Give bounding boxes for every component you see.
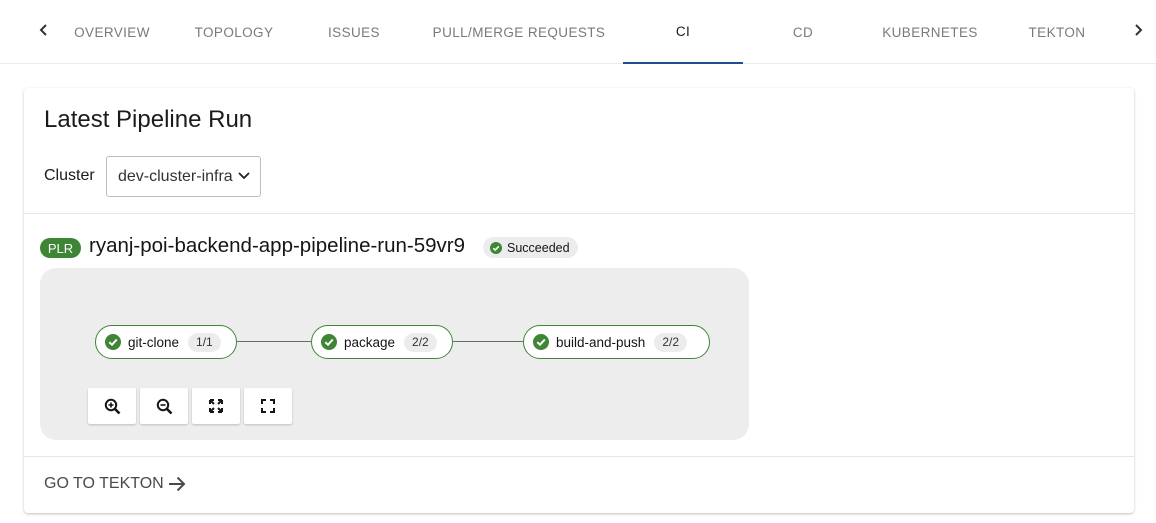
pipeline-topology[interactable]: git-clone 1/1 package 2/2 build-and-push… xyxy=(40,268,749,440)
go-to-tekton-link[interactable]: GO TO TEKTON xyxy=(44,475,186,493)
tab-cd[interactable]: CD xyxy=(763,0,843,64)
tab-pull-merge-requests[interactable]: Pull/Merge Requests xyxy=(430,0,608,64)
fullscreen-icon xyxy=(261,399,275,413)
tab-bar: Overview Topology Issues Pull/Merge Requ… xyxy=(0,0,1156,64)
task-node-package[interactable]: package 2/2 xyxy=(311,325,453,359)
zoom-in-icon xyxy=(104,398,120,414)
pipeline-run-name[interactable]: ryanj-poi-backend-app-pipeline-run-59vr9 xyxy=(89,234,465,258)
task-step-count: 2/2 xyxy=(654,332,687,352)
task-step-count: 2/2 xyxy=(404,332,437,352)
check-circle-icon xyxy=(105,334,121,350)
divider xyxy=(24,456,1134,457)
cluster-select-value: dev-cluster-infra xyxy=(118,167,233,185)
task-edge xyxy=(453,341,523,342)
fit-to-screen-button[interactable] xyxy=(192,388,240,424)
chevron-down-icon xyxy=(238,172,250,180)
tab-topology[interactable]: Topology xyxy=(186,0,282,64)
tab-tekton[interactable]: Tekton xyxy=(1018,0,1096,64)
zoom-out-button[interactable] xyxy=(140,388,188,424)
plr-badge: PLR xyxy=(40,238,81,258)
task-name: git-clone xyxy=(128,334,180,350)
task-step-count: 1/1 xyxy=(188,332,221,352)
chevron-right-icon[interactable] xyxy=(1126,18,1150,42)
zoom-out-icon xyxy=(156,398,172,414)
tab-kubernetes[interactable]: Kubernetes xyxy=(876,0,984,64)
go-to-tekton-label: GO TO TEKTON xyxy=(44,475,164,492)
check-circle-icon xyxy=(490,241,502,254)
zoom-in-button[interactable] xyxy=(88,388,136,424)
chevron-left-icon[interactable] xyxy=(32,18,56,42)
task-name: build-and-push xyxy=(556,334,646,350)
latest-pipeline-run-card: Latest Pipeline Run Cluster dev-cluster-… xyxy=(24,88,1134,513)
cluster-select[interactable]: dev-cluster-infra xyxy=(106,156,261,197)
status-badge: Succeeded xyxy=(483,237,578,258)
tab-issues[interactable]: Issues xyxy=(316,0,392,64)
arrow-right-icon xyxy=(168,476,186,492)
tab-overview[interactable]: Overview xyxy=(66,0,158,64)
tab-ci[interactable]: CI xyxy=(623,0,743,64)
cluster-label: Cluster xyxy=(44,167,95,184)
task-edge xyxy=(237,341,311,342)
check-circle-icon xyxy=(321,334,337,350)
task-node-build-and-push[interactable]: build-and-push 2/2 xyxy=(523,325,710,359)
task-name: package xyxy=(344,334,396,350)
fullscreen-button[interactable] xyxy=(244,388,292,424)
check-circle-icon xyxy=(533,334,549,350)
fit-to-screen-icon xyxy=(209,399,223,413)
status-text: Succeeded xyxy=(507,240,570,255)
task-node-git-clone[interactable]: git-clone 1/1 xyxy=(95,325,237,359)
divider xyxy=(24,213,1134,214)
card-title: Latest Pipeline Run xyxy=(44,106,253,133)
